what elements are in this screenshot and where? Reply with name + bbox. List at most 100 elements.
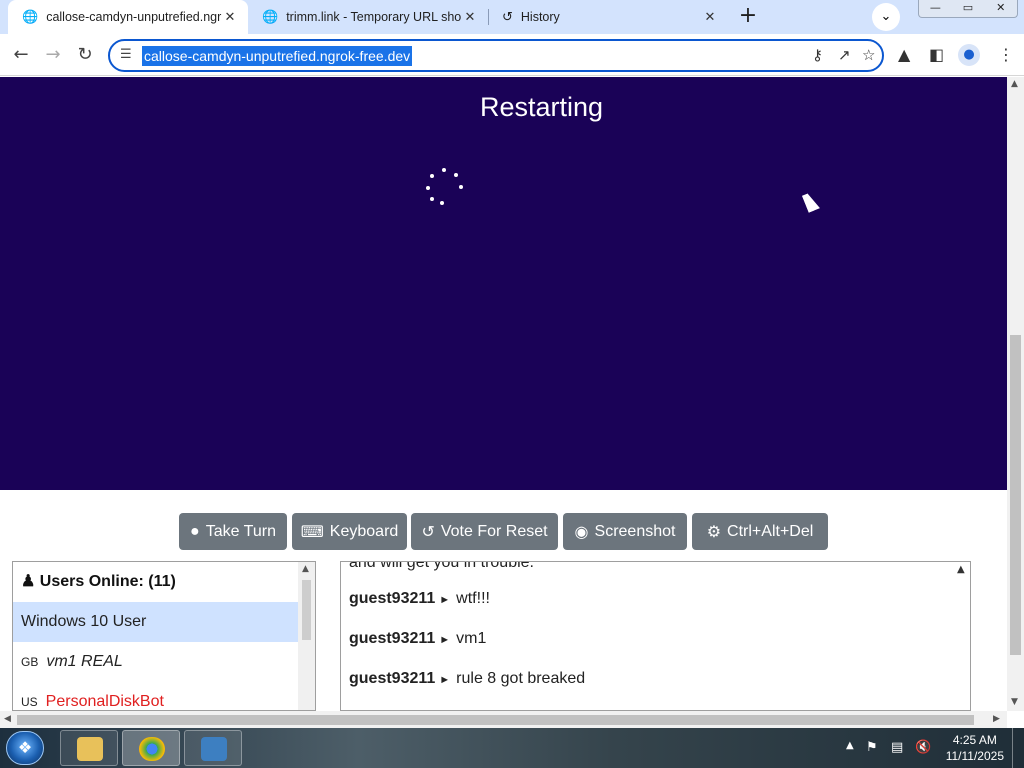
back-button[interactable]: ← xyxy=(8,42,34,68)
address-bar[interactable]: ☰ callose-camdyn-unputrefied.ngrok-free.… xyxy=(108,39,884,72)
chat-text: wtf!!! xyxy=(456,590,490,607)
users-online-header: ♟ Users Online: (11) xyxy=(13,562,299,602)
side-panel-icon[interactable]: ◧ xyxy=(929,45,944,64)
chat-username: guest93211 xyxy=(349,630,436,647)
clock-date: 11/11/2025 xyxy=(945,749,1004,763)
user-icon: ♟ xyxy=(21,573,36,590)
chat-scrollbar[interactable]: ▲ xyxy=(953,562,970,710)
chat-text: vm1 xyxy=(456,630,487,647)
take-turn-button[interactable]: ● Take Turn xyxy=(179,513,287,550)
reload-button[interactable]: ↻ xyxy=(72,42,98,68)
tab-callose[interactable]: 🌐 callose-camdyn-unputrefied.ngr ✕ xyxy=(8,0,248,34)
menu-kebab-icon[interactable]: ⋮ xyxy=(998,45,1014,64)
user-name: PersonalDiskBot xyxy=(45,693,164,710)
screenshot-button[interactable]: ◉ Screenshot xyxy=(563,513,687,550)
network-icon[interactable]: ▤ xyxy=(891,740,903,755)
chrome-icon xyxy=(139,737,165,761)
user-name: vm1 REAL xyxy=(46,653,123,670)
site-info-icon[interactable]: ☰ xyxy=(120,47,132,62)
show-desktop-button[interactable] xyxy=(1012,728,1024,768)
vote-reset-label: Vote For Reset xyxy=(440,522,548,540)
loading-spinner-icon xyxy=(426,168,463,205)
taskbar-explorer[interactable] xyxy=(60,730,118,766)
ctrl-alt-del-label: Ctrl+Alt+Del xyxy=(727,522,814,540)
keyboard-icon: ⌨ xyxy=(300,523,324,541)
scroll-up-icon[interactable]: ▲ xyxy=(302,564,309,574)
address-url[interactable]: callose-camdyn-unputrefied.ngrok-free.de… xyxy=(142,46,413,66)
taskbar-clock[interactable]: 4:25 AM 11/11/2025 xyxy=(946,732,1004,764)
screenshot-label: Screenshot xyxy=(594,522,676,540)
users-online-label: Users Online: (11) xyxy=(39,573,176,590)
chat-partial-message: and will get you in trouble. xyxy=(349,561,534,571)
chat-text: rule 8 got breaked xyxy=(456,670,586,687)
tab-strip: 🌐 callose-camdyn-unputrefied.ngr ✕ 🌐 tri… xyxy=(0,0,1024,34)
scroll-thumb[interactable] xyxy=(17,715,974,725)
close-icon[interactable]: ✕ xyxy=(462,10,478,25)
tray-expand-icon[interactable]: ▲ xyxy=(846,740,854,751)
page-vertical-scrollbar[interactable]: ▲ ▼ xyxy=(1007,77,1024,711)
chat-username: guest93211 xyxy=(349,590,436,607)
tab-title: History xyxy=(520,10,560,24)
scroll-thumb[interactable] xyxy=(302,580,311,640)
shield-icon xyxy=(201,737,227,761)
profile-avatar-icon[interactable]: ● xyxy=(958,44,980,66)
user-name: Windows 10 User xyxy=(21,613,147,630)
arrow-icon: ► xyxy=(439,634,451,646)
taskbar-chrome[interactable] xyxy=(122,730,180,766)
chat-panel: and will get you in trouble. guest93211 ►… xyxy=(340,561,971,711)
scroll-left-icon[interactable]: ◀ xyxy=(4,714,11,724)
globe-icon: 🌐 xyxy=(262,9,279,25)
forward-button[interactable]: → xyxy=(40,42,66,68)
scroll-right-icon[interactable]: ▶ xyxy=(993,714,1000,724)
start-button[interactable]: ❖ xyxy=(6,731,44,765)
chat-message: guest93211 ► wtf!!! xyxy=(349,590,490,608)
password-key-icon[interactable]: ⚷ xyxy=(812,46,823,64)
folder-icon xyxy=(77,737,103,761)
keyboard-button[interactable]: ⌨ Keyboard xyxy=(292,513,407,550)
action-center-flag-icon[interactable]: ⚑ xyxy=(866,740,878,755)
arrow-icon: ► xyxy=(439,594,451,606)
user-item[interactable]: Windows 10 User xyxy=(13,602,299,642)
new-tab-button[interactable]: + xyxy=(734,4,762,30)
maximize-button[interactable]: ▭ xyxy=(952,0,985,17)
scroll-up-icon[interactable]: ▲ xyxy=(957,564,965,575)
close-icon[interactable]: ✕ xyxy=(702,10,718,25)
keyboard-label: Keyboard xyxy=(329,522,399,540)
history-icon: ↺ xyxy=(502,9,513,25)
bookmark-star-icon[interactable]: ☆ xyxy=(862,46,875,64)
windows-taskbar: ❖ ▲ ⚑ ▤ 🔇 4:25 AM 11/11/2025 xyxy=(0,728,1024,768)
tab-search-button[interactable]: ⌄ xyxy=(872,3,900,31)
undo-icon: ↺ xyxy=(421,523,435,541)
user-item[interactable]: US PersonalDiskBot xyxy=(13,682,299,710)
vm-status-text: Restarting xyxy=(480,92,604,122)
tab-trimm[interactable]: 🌐 trimm.link - Temporary URL sho ✕ xyxy=(248,0,488,34)
users-scrollbar[interactable]: ▲ xyxy=(298,562,315,710)
country-flag: US xyxy=(21,695,38,709)
vm-control-bar: ● Take Turn ⌨ Keyboard ↺ Vote For Reset … xyxy=(0,490,1007,560)
chat-username: guest93211 xyxy=(349,670,436,687)
tab-title: trimm.link - Temporary URL sho xyxy=(286,10,462,24)
window-controls: — ▭ ✕ xyxy=(918,0,1018,18)
scroll-thumb[interactable] xyxy=(1010,335,1021,655)
gear-icon: ⚙ xyxy=(706,523,722,541)
minimize-button[interactable]: — xyxy=(919,0,952,17)
close-icon[interactable]: ✕ xyxy=(222,10,238,25)
clock-time: 4:25 AM xyxy=(952,733,997,747)
take-turn-label: Take Turn xyxy=(205,522,276,540)
share-icon[interactable]: ↗ xyxy=(838,46,851,64)
chat-message: guest93211 ► vm1 xyxy=(349,630,486,648)
taskbar-security[interactable] xyxy=(184,730,242,766)
close-window-button[interactable]: ✕ xyxy=(984,0,1017,17)
user-item[interactable]: GB vm1 REAL xyxy=(13,642,299,682)
scroll-down-icon[interactable]: ▼ xyxy=(1011,697,1018,707)
labs-flask-icon[interactable]: ▲ xyxy=(898,45,910,64)
ctrl-alt-del-button[interactable]: ⚙ Ctrl+Alt+Del xyxy=(692,513,828,550)
tab-history[interactable]: ↺ History ✕ xyxy=(488,0,728,34)
page-horizontal-scrollbar[interactable]: ◀ ▶ xyxy=(0,711,1007,728)
scroll-up-icon[interactable]: ▲ xyxy=(1011,79,1018,89)
vote-reset-button[interactable]: ↺ Vote For Reset xyxy=(411,513,558,550)
volume-muted-icon[interactable]: 🔇 xyxy=(915,740,931,755)
globe-icon: 🌐 xyxy=(22,9,39,25)
mouse-icon: ● xyxy=(190,522,200,540)
vm-screen[interactable]: Restarting xyxy=(0,77,1007,490)
